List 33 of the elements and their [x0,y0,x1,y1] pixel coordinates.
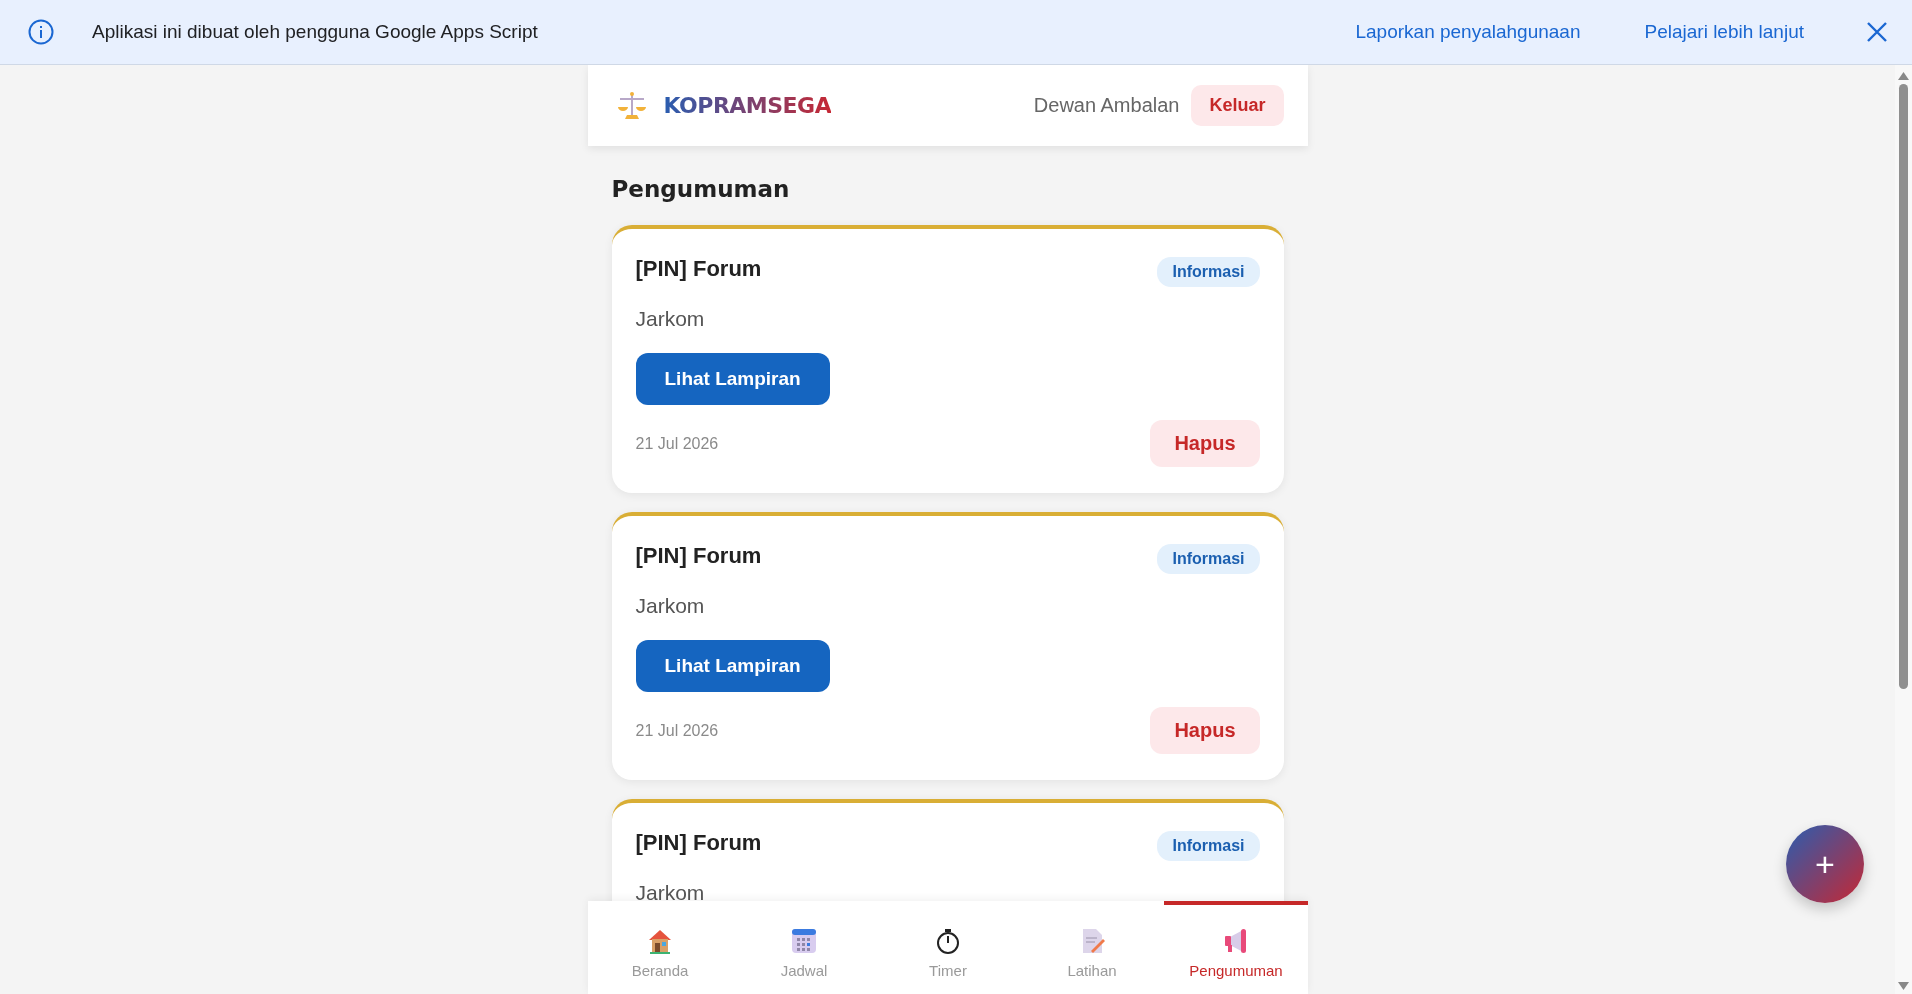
announcement-title: [PIN] Forum [635,543,762,569]
add-button[interactable]: + [1786,825,1864,903]
category-tag: Informasi [1157,831,1260,861]
info-icon [28,19,54,45]
category-tag: Informasi [1157,257,1260,287]
close-button[interactable] [1866,21,1888,43]
banner-link[interactable]: Pelajari lebih lanjut [1644,21,1804,43]
user-name: Dewan Ambalan [1033,94,1180,117]
nav-tab[interactable]: Pengumuman [1164,901,1308,994]
announcement-title: [PIN] Forum [635,830,762,856]
close-icon [1866,21,1888,43]
banner-link[interactable]: Laporkan penyalahgunaan [1355,21,1581,43]
banner-message: Aplikasi ini dibuat oleh pengguna Google Apps Script [92,21,539,43]
category-tag: Informasi [1157,544,1260,574]
attachment-button[interactable]: Lihat Lampiran [635,353,830,405]
scrollbar-thumb[interactable] [1899,84,1908,689]
scroll-up-icon[interactable] [1898,72,1909,80]
announcement-text: Jarkom [635,307,706,331]
scrollbar[interactable] [1895,65,1912,994]
announcement-date: 21 Jul 2026 [635,434,719,453]
nav-tab[interactable]: Jadwal [732,901,876,994]
announcement-date: 21 Jul 2026 [635,721,719,740]
delete-button[interactable]: Hapus [1150,420,1260,467]
attachment-button[interactable]: Lihat Lampiran [635,640,830,692]
delete-button[interactable]: Hapus [1150,707,1260,754]
scroll-down-icon[interactable] [1898,982,1909,990]
nav-tab[interactable]: Latihan [1020,901,1164,994]
page-title: Pengumuman [611,176,791,202]
announcement-text: Jarkom [635,594,706,618]
scales-icon [615,89,648,122]
nav-tab[interactable]: Timer [876,901,1020,994]
announcement-title: [PIN] Forum [635,256,762,282]
logout-button[interactable]: Keluar [1191,85,1284,126]
